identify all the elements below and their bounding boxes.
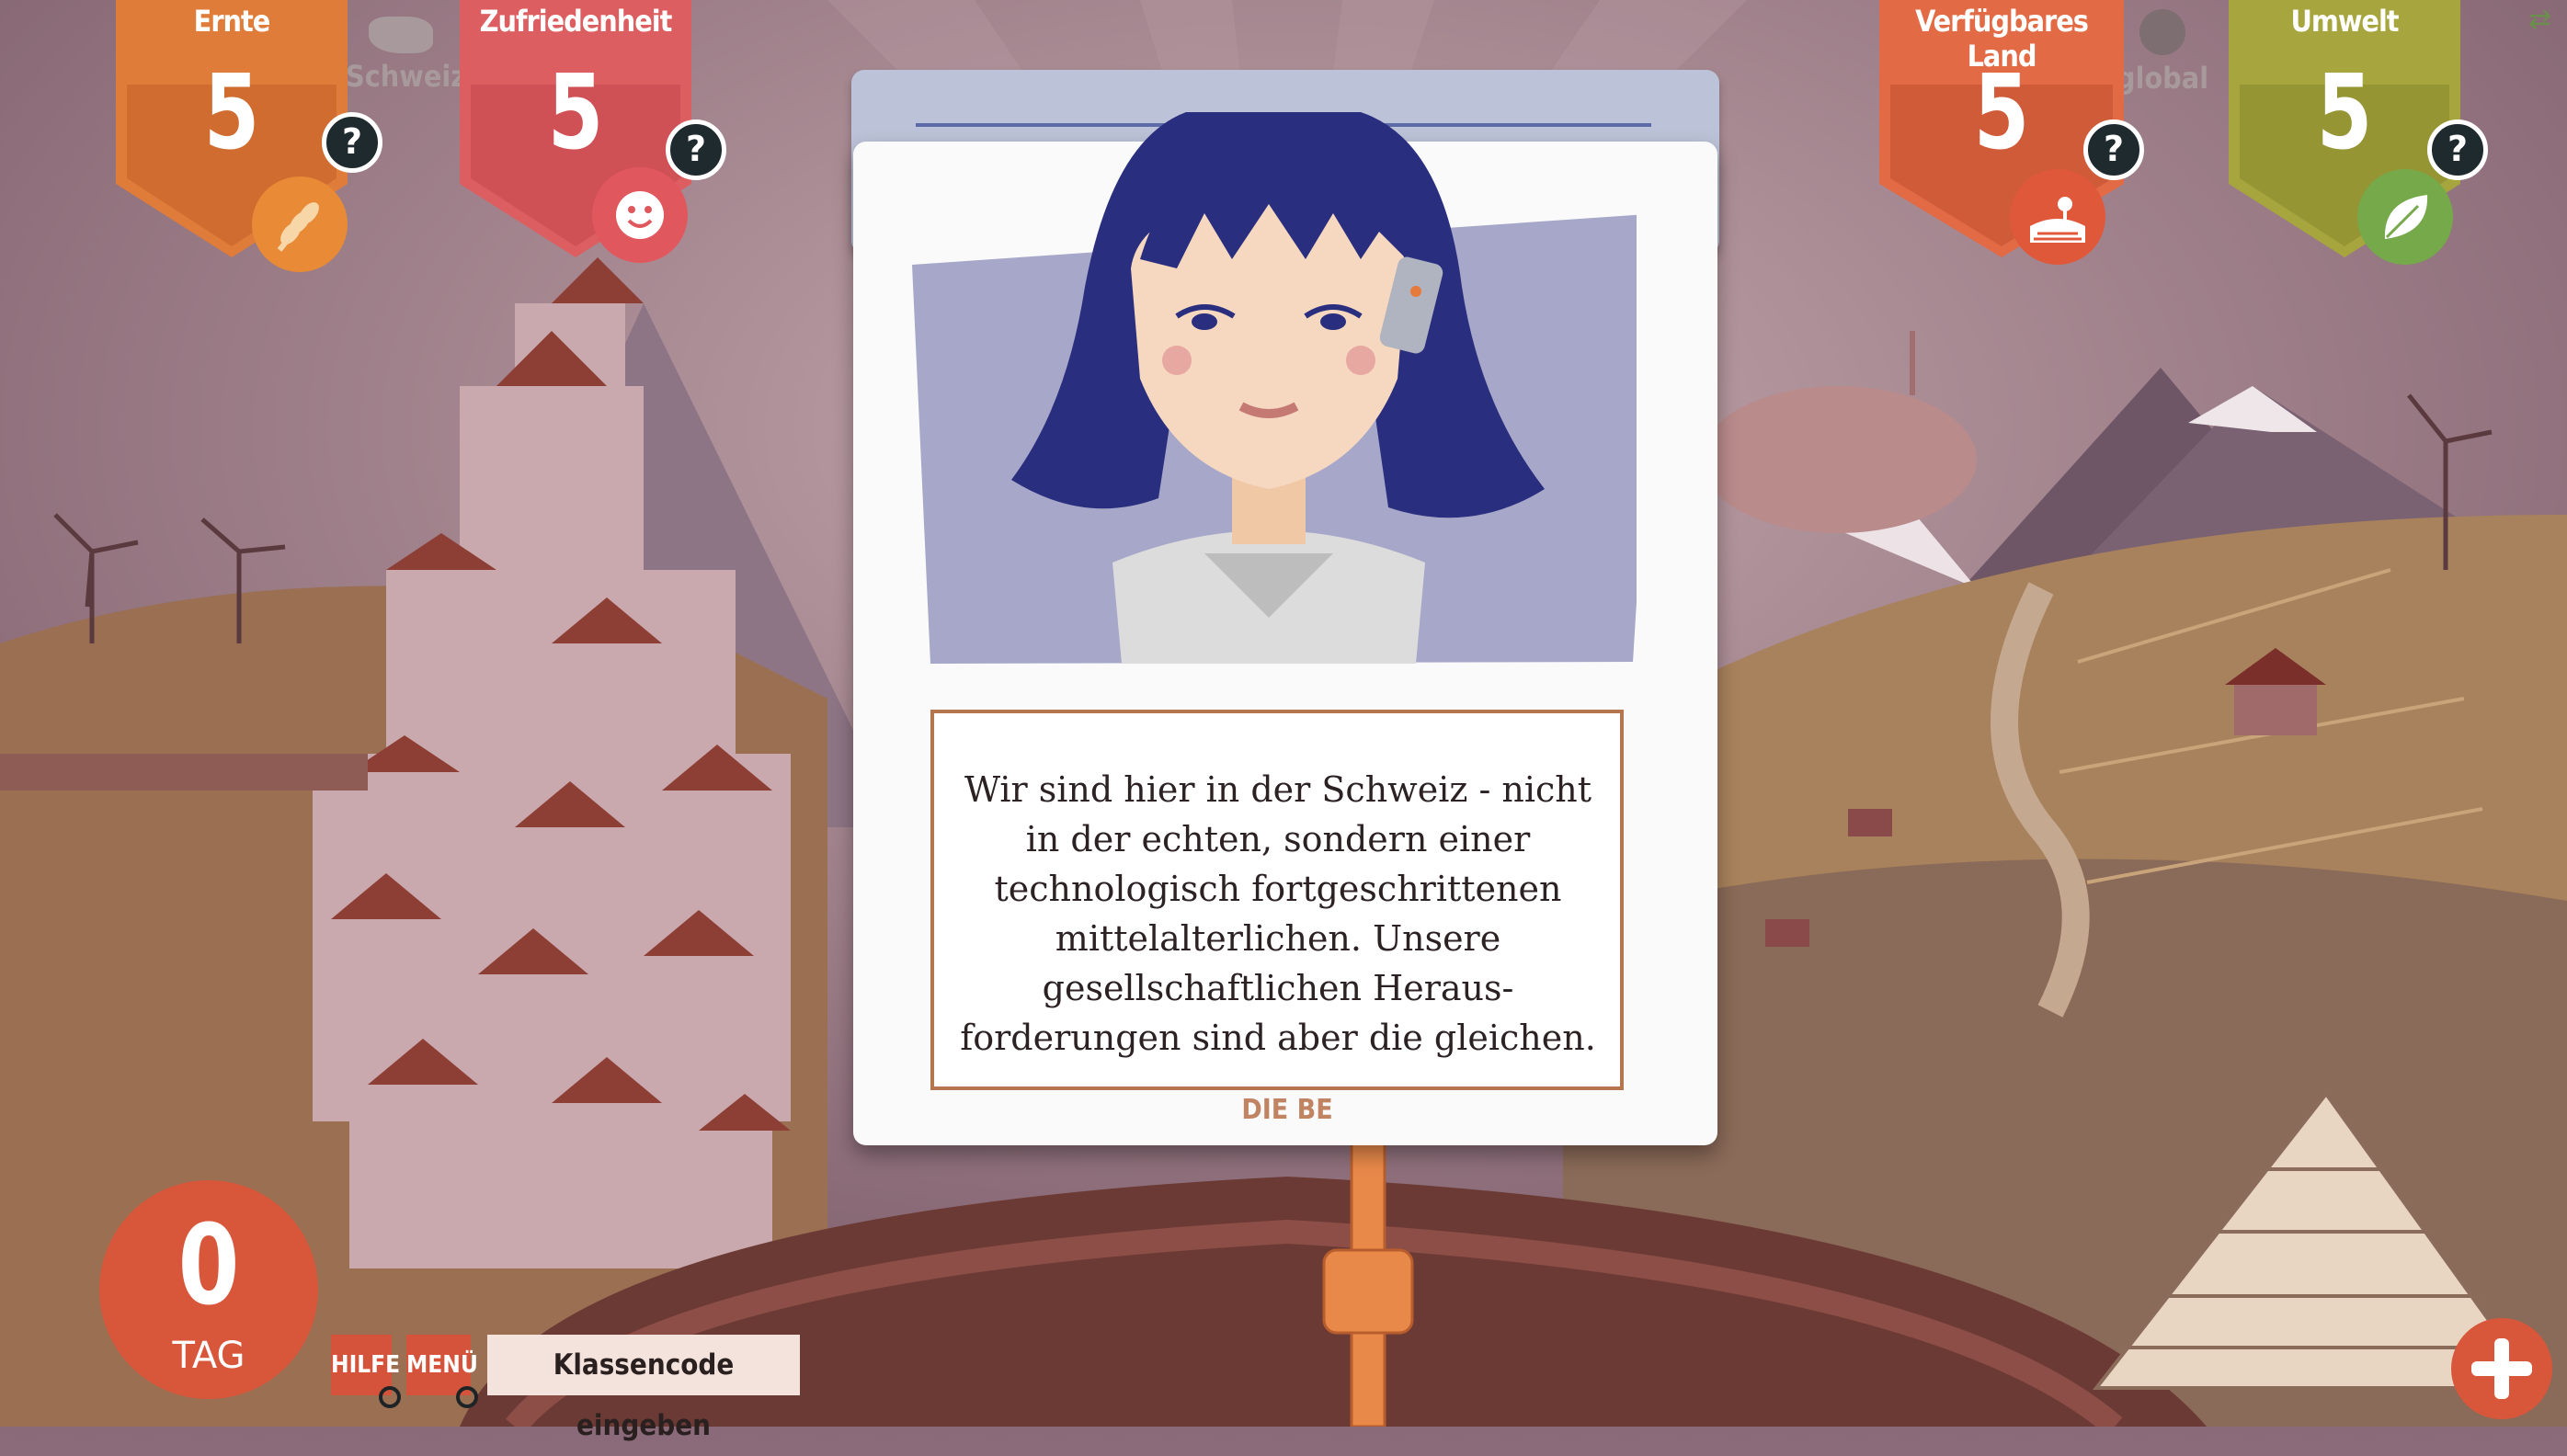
day-value: 0 — [177, 1202, 240, 1330]
smiley-icon — [592, 167, 688, 263]
global-toggle[interactable]: global — [2107, 0, 2218, 110]
day-label: TAG — [172, 1335, 245, 1377]
help-button[interactable]: HILFE — [331, 1335, 400, 1395]
harvest-value: 5 — [203, 53, 260, 173]
harvest-help-button[interactable]: ? — [322, 112, 382, 173]
satisfaction-value: 5 — [547, 53, 604, 173]
farmland-icon — [2010, 169, 2105, 265]
land-value: 5 — [1973, 53, 2030, 173]
menu-button[interactable]: MENÜ — [406, 1335, 478, 1395]
help-knob — [379, 1386, 401, 1408]
environment-label: Umwelt — [2290, 4, 2399, 39]
menu-knob — [456, 1386, 478, 1408]
harvest-label: Ernte — [193, 4, 271, 39]
globe-icon — [2139, 9, 2185, 55]
leaf-icon — [2357, 169, 2453, 265]
class-code-button[interactable]: Klassencode eingeben — [487, 1335, 800, 1442]
character-portrait — [912, 112, 1637, 664]
wheat-icon — [252, 176, 348, 272]
switzerland-map-icon — [369, 17, 433, 53]
switzerland-toggle[interactable]: Schweiz — [346, 0, 467, 110]
global-label: global — [2116, 61, 2209, 96]
add-button[interactable] — [2451, 1318, 2552, 1419]
card-footer-label: DIE BE — [1241, 1094, 1333, 1126]
day-counter: 0 TAG — [99, 1180, 318, 1399]
environment-value: 5 — [2316, 53, 2373, 173]
switzerland-label: Schweiz — [346, 59, 467, 94]
swap-arrows-icon[interactable]: ⇄ — [2528, 4, 2551, 36]
satisfaction-label: Zufriedenheit — [479, 4, 673, 39]
card-message: Wir sind hier in der Schweiz - nicht in … — [960, 769, 1596, 1058]
